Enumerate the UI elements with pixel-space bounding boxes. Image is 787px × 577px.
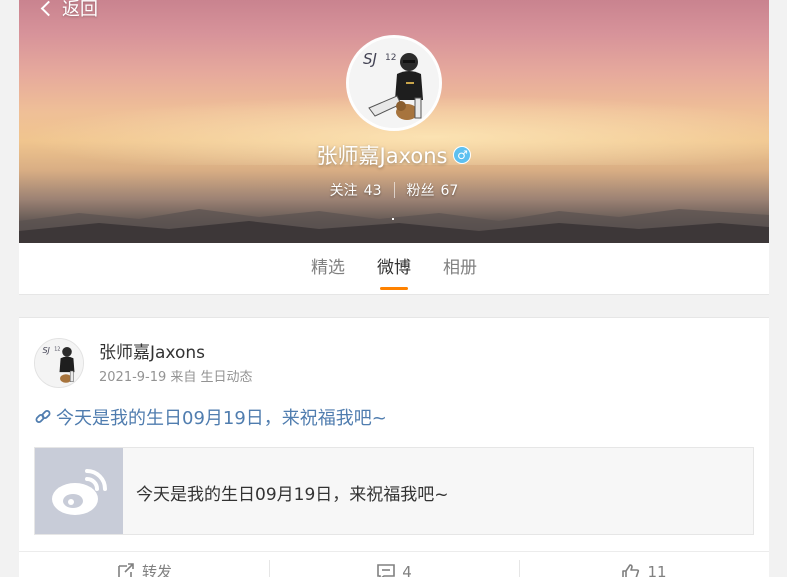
post-text-content: 今天是我的生日09月19日，来祝福我吧~	[56, 408, 387, 429]
post-meta: 2021-9-19 来自 生日动态	[99, 370, 253, 385]
tab-weibo[interactable]: 微博	[377, 243, 411, 294]
tab-album[interactable]: 相册	[443, 243, 477, 294]
follow-stats: 关注 43 粉丝 67	[19, 180, 769, 200]
followers-label: 粉丝	[406, 183, 435, 199]
comment-icon	[377, 563, 396, 577]
profile-header: 返回 SJ 12 张师嘉Jaxons ♂ 关注 43 粉丝 67	[19, 0, 769, 243]
profile-tabs: 精选 微博 相册	[19, 243, 769, 295]
post-text[interactable]: 今天是我的生日09月19日，来祝福我吧~	[34, 404, 387, 430]
profile-name: 张师嘉Jaxons ♂	[19, 140, 769, 170]
weibo-logo-icon	[52, 469, 107, 515]
avatar-illustration: SJ 12	[349, 38, 439, 128]
share-card-text: 今天是我的生日09月19日，来祝福我吧~	[136, 485, 449, 505]
header-dot	[392, 218, 394, 220]
profile-name-text: 张师嘉Jaxons	[316, 144, 448, 168]
tab-featured[interactable]: 精选	[311, 243, 345, 294]
following-label: 关注	[329, 183, 358, 199]
comment-button[interactable]: 4	[269, 552, 519, 577]
author-name[interactable]: 张师嘉Jaxons	[99, 338, 205, 363]
author-avatar-illustration: SJ 12	[35, 339, 83, 387]
repost-label: 转发	[141, 563, 172, 577]
like-count: 11	[647, 562, 667, 577]
share-card[interactable]: 今天是我的生日09月19日，来祝福我吧~	[34, 447, 754, 535]
comment-count: 4	[402, 562, 412, 577]
share-thumbnail	[35, 448, 123, 534]
repost-button[interactable]: 转发	[19, 552, 269, 577]
svg-text:12: 12	[54, 347, 60, 353]
following-count: 43	[363, 183, 382, 199]
repost-icon	[118, 562, 134, 577]
like-button[interactable]: 11	[519, 552, 769, 577]
svg-text:SJ: SJ	[42, 346, 50, 355]
back-button[interactable]: 返回	[39, 0, 98, 22]
followers-count: 67	[440, 183, 459, 199]
following-stat[interactable]: 关注 43	[330, 180, 382, 200]
post-actions: 转发 4 11	[19, 551, 769, 577]
profile-avatar[interactable]: SJ 12	[346, 35, 442, 131]
stats-divider	[393, 182, 395, 198]
like-icon	[622, 563, 640, 577]
post-card: SJ 12 张师嘉Jaxons 2021-9-19 来自 生日动态 今天是我的生…	[19, 317, 769, 577]
author-avatar[interactable]: SJ 12	[34, 338, 84, 388]
back-label: 返回	[62, 0, 98, 20]
chevron-left-icon	[40, 0, 57, 16]
followers-stat[interactable]: 粉丝 67	[407, 180, 459, 200]
svg-text:SJ: SJ	[363, 50, 377, 68]
male-icon: ♂	[453, 146, 472, 164]
link-icon	[34, 408, 52, 426]
svg-text:12: 12	[385, 53, 396, 63]
